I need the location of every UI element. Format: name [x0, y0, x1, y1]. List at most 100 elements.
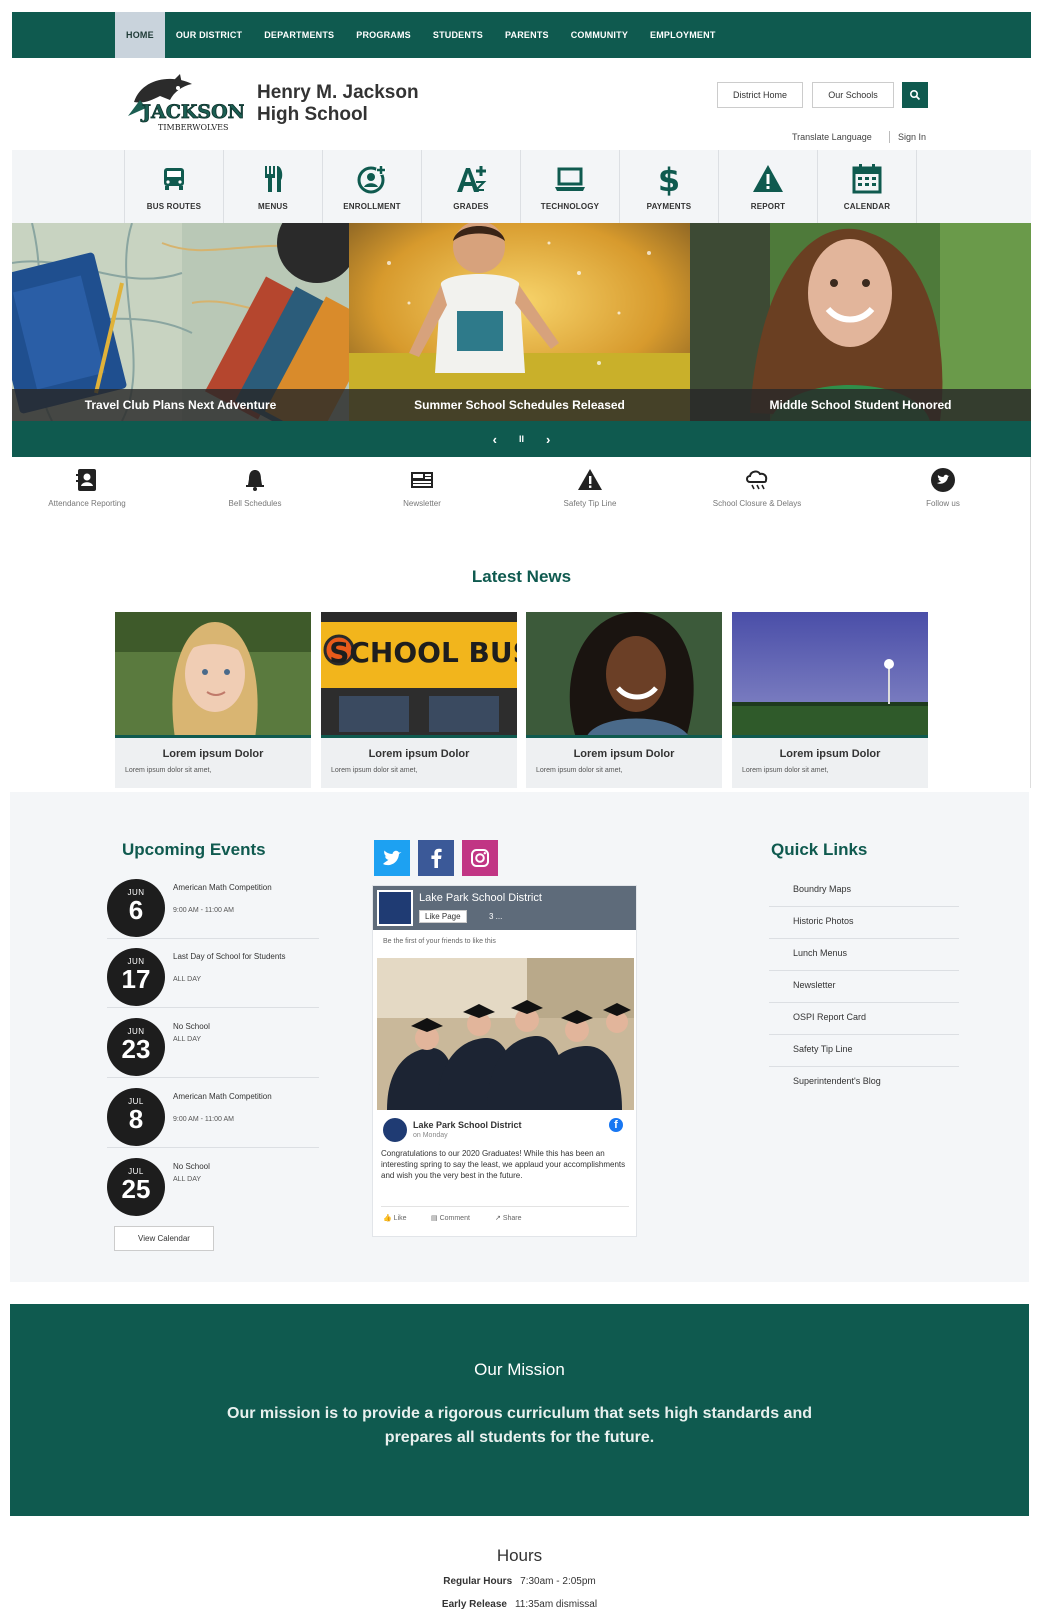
svg-text:JACKSON: JACKSON — [140, 101, 244, 123]
quick-link-item[interactable]: Newsletter — [769, 971, 959, 1003]
quick-link-follow-us[interactable]: Follow us — [868, 467, 1018, 508]
quick-icon-technology[interactable]: TECHNOLOGY — [521, 150, 620, 223]
quick-link-item[interactable]: OSPI Report Card — [769, 1003, 959, 1035]
news-excerpt: Lorem ipsum dolor sit amet, — [125, 767, 212, 774]
facebook-feed-widget[interactable]: Lake Park School District Like Page 3 ..… — [372, 885, 637, 1237]
nav-community[interactable]: COMMUNITY — [560, 12, 639, 58]
quick-icon-label: REPORT — [750, 202, 786, 211]
newspaper-icon — [411, 472, 433, 488]
slider-next-button[interactable]: › — [546, 432, 550, 447]
event-item[interactable]: JUL 25 No School ALL DAY — [107, 1152, 319, 1218]
event-item[interactable]: JUN 17 Last Day of School for Students AL… — [107, 942, 319, 1008]
facebook-like-page-button[interactable]: Like Page — [419, 910, 467, 923]
facebook-logo-icon: f — [609, 1118, 623, 1132]
quick-link-item[interactable]: Lunch Menus — [769, 939, 959, 971]
facebook-share-action[interactable]: ↗ Share — [495, 1214, 522, 1222]
quick-icon-label: BUS ROUTES — [146, 202, 202, 211]
quick-link-newsletter[interactable]: Newsletter — [347, 467, 497, 508]
event-item[interactable]: JUL 8 American Math Competition 9:00 AM -… — [107, 1082, 319, 1148]
quick-icon-label: ENROLLMENT — [343, 202, 401, 211]
quick-icon-enrollment[interactable]: ENROLLMENT — [323, 150, 422, 223]
contact-card-icon — [76, 469, 96, 491]
nav-our-district[interactable]: OUR DISTRICT — [165, 12, 253, 58]
view-calendar-button[interactable]: View Calendar — [114, 1226, 214, 1251]
regular-hours-value: 7:30am - 2:05pm — [520, 1576, 596, 1587]
hero-slide-2[interactable]: Summer School Schedules Released — [349, 223, 690, 421]
slider-prev-button[interactable]: ‹ — [493, 432, 497, 447]
event-time: ALL DAY — [173, 976, 202, 983]
upcoming-events-title: Upcoming Events — [122, 840, 266, 859]
event-item[interactable]: JUN 6 American Math Competition 9:00 AM -… — [107, 873, 319, 939]
facebook-page-avatar — [377, 890, 413, 926]
event-item[interactable]: JUN 23 No School ALL DAY — [107, 1012, 319, 1078]
nav-programs[interactable]: PROGRAMS — [345, 12, 422, 58]
nav-parents[interactable]: PARENTS — [494, 12, 560, 58]
hero-slide-1[interactable]: Travel Club Plans Next Adventure — [12, 223, 349, 421]
quick-icon-label: PAYMENTS — [646, 202, 692, 211]
quick-link-attendance[interactable]: Attendance Reporting — [12, 467, 162, 508]
quick-icon-menus[interactable]: MENUS — [224, 150, 323, 223]
regular-hours-label: Regular Hours — [443, 1576, 513, 1587]
quick-link-item[interactable]: Superintendent's Blog — [769, 1067, 959, 1099]
facebook-post-image[interactable] — [377, 958, 634, 1110]
quick-links-row: Attendance Reporting Bell Schedules News… — [12, 467, 1031, 527]
quick-link-item[interactable]: Historic Photos — [769, 907, 959, 939]
quick-icon-bar: BUS ROUTES MENUS ENROLLMENT GRADES TECHN… — [12, 150, 1031, 223]
quick-link-label: School Closure & Delays — [712, 499, 802, 508]
slider-controls: ‹ II › — [12, 421, 1031, 457]
quick-icon-grades[interactable]: GRADES — [422, 150, 521, 223]
nav-students[interactable]: STUDENTS — [422, 12, 494, 58]
quick-icon-calendar[interactable]: CALENDAR — [818, 150, 917, 223]
search-button[interactable] — [902, 82, 928, 108]
quick-icon-label: CALENDAR — [843, 202, 891, 211]
news-title: Lorem ipsum Dolor — [162, 748, 264, 760]
facebook-post-text: Congratulations to our 2020 Graduates! W… — [381, 1149, 626, 1180]
facebook-page-header[interactable]: Lake Park School District Like Page 3 ..… — [373, 886, 636, 930]
quick-icon-payments[interactable]: $ PAYMENTS — [620, 150, 719, 223]
svg-text:TIMBERWOLVES: TIMBERWOLVES — [158, 123, 229, 132]
our-schools-button[interactable]: Our Schools — [812, 82, 894, 108]
facebook-comment-action[interactable]: ▤ Comment — [431, 1214, 470, 1222]
twitter-icon — [931, 468, 955, 492]
quick-link-item[interactable]: Safety Tip Line — [769, 1035, 959, 1067]
news-card[interactable]: SCHOOL BUS Lorem ipsum Dolor Lorem ipsum… — [321, 612, 517, 788]
facebook-like-action[interactable]: 👍 Like — [383, 1214, 407, 1222]
grades-icon — [457, 166, 487, 192]
event-time: 9:00 AM - 11:00 AM — [173, 907, 234, 914]
school-name-line2: High School — [257, 104, 368, 125]
quick-link-school-closure[interactable]: School Closure & Delays — [682, 467, 832, 508]
quick-icon-bus-routes[interactable]: BUS ROUTES — [125, 150, 224, 223]
event-time: ALL DAY — [173, 1176, 202, 1183]
school-logo[interactable]: JACKSON TIMBERWOLVES — [120, 72, 245, 136]
news-card[interactable]: Lorem ipsum Dolor Lorem ipsum dolor sit … — [526, 612, 722, 788]
nav-employment[interactable]: EMPLOYMENT — [639, 12, 727, 58]
quick-link-item[interactable]: Boundry Maps — [769, 875, 959, 907]
nav-departments[interactable]: DEPARTMENTS — [253, 12, 345, 58]
main-navigation: HOME OUR DISTRICT DEPARTMENTS PROGRAMS S… — [12, 12, 1031, 58]
news-card[interactable]: Lorem ipsum Dolor Lorem ipsum dolor sit … — [732, 612, 928, 788]
facebook-button[interactable] — [418, 840, 454, 876]
news-title: Lorem ipsum Dolor — [779, 748, 881, 760]
warning-icon — [753, 165, 783, 192]
hours-title: Hours — [496, 1546, 543, 1565]
quick-link-safety-tip-line[interactable]: Safety Tip Line — [515, 467, 665, 508]
hero-caption: Middle School Student Honored — [690, 389, 1031, 421]
slider-pause-button[interactable]: II — [519, 434, 524, 444]
news-excerpt: Lorem ipsum dolor sit amet, — [536, 767, 623, 774]
district-home-button[interactable]: District Home — [717, 82, 803, 108]
hero-slide-3[interactable]: Middle School Student Honored — [690, 223, 1031, 421]
event-date-badge: JUL 8 — [107, 1088, 165, 1146]
instagram-button[interactable] — [462, 840, 498, 876]
facebook-icon — [431, 848, 442, 868]
quick-link-bell-schedules[interactable]: Bell Schedules — [180, 467, 330, 508]
news-image — [526, 612, 722, 738]
twitter-button[interactable] — [374, 840, 410, 876]
translate-language-link[interactable]: Translate Language — [792, 132, 872, 142]
nav-home[interactable]: HOME — [115, 12, 165, 58]
news-card[interactable]: Lorem ipsum Dolor Lorem ipsum dolor sit … — [115, 612, 311, 788]
sign-in-link[interactable]: Sign In — [898, 132, 926, 142]
quick-icon-report[interactable]: REPORT — [719, 150, 818, 223]
quick-icon-label: GRADES — [453, 202, 489, 211]
event-date-badge: JUN 23 — [107, 1018, 165, 1076]
bus-icon — [164, 168, 184, 190]
